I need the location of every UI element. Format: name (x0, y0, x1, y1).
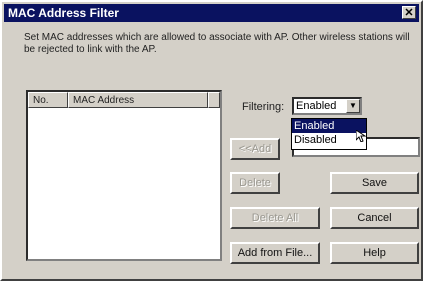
save-button[interactable]: Save (330, 172, 419, 194)
title-bar: MAC Address Filter ✕ (4, 4, 419, 22)
option-disabled[interactable]: Disabled (292, 133, 366, 147)
dialog-title: MAC Address Filter (8, 6, 119, 20)
mac-address-filter-dialog: MAC Address Filter ✕ Set MAC addresses w… (0, 0, 423, 281)
filtering-label: Filtering: (242, 101, 285, 113)
cancel-button[interactable]: Cancel (330, 207, 419, 229)
add-from-file-button[interactable]: Add from File... (230, 242, 320, 264)
close-icon[interactable]: ✕ (402, 6, 416, 19)
filtering-selected-value: Enabled (296, 100, 337, 112)
description-text: Set MAC addresses which are allowed to a… (24, 32, 410, 55)
option-enabled[interactable]: Enabled (292, 119, 366, 133)
help-button[interactable]: Help (330, 242, 419, 264)
chevron-down-icon[interactable]: ▼ (346, 99, 360, 113)
column-header-spacer (208, 92, 220, 108)
delete-button[interactable]: Delete (230, 172, 280, 194)
column-header-no[interactable]: No. (28, 92, 68, 108)
mac-address-list[interactable]: No. MAC Address (26, 90, 222, 261)
delete-all-button[interactable]: Delete All (230, 207, 320, 229)
filtering-select[interactable]: Enabled ▼ (292, 97, 362, 115)
column-header-mac-address[interactable]: MAC Address (68, 92, 208, 108)
mouse-cursor-icon (356, 130, 366, 142)
add-button[interactable]: <<Add (230, 138, 280, 160)
